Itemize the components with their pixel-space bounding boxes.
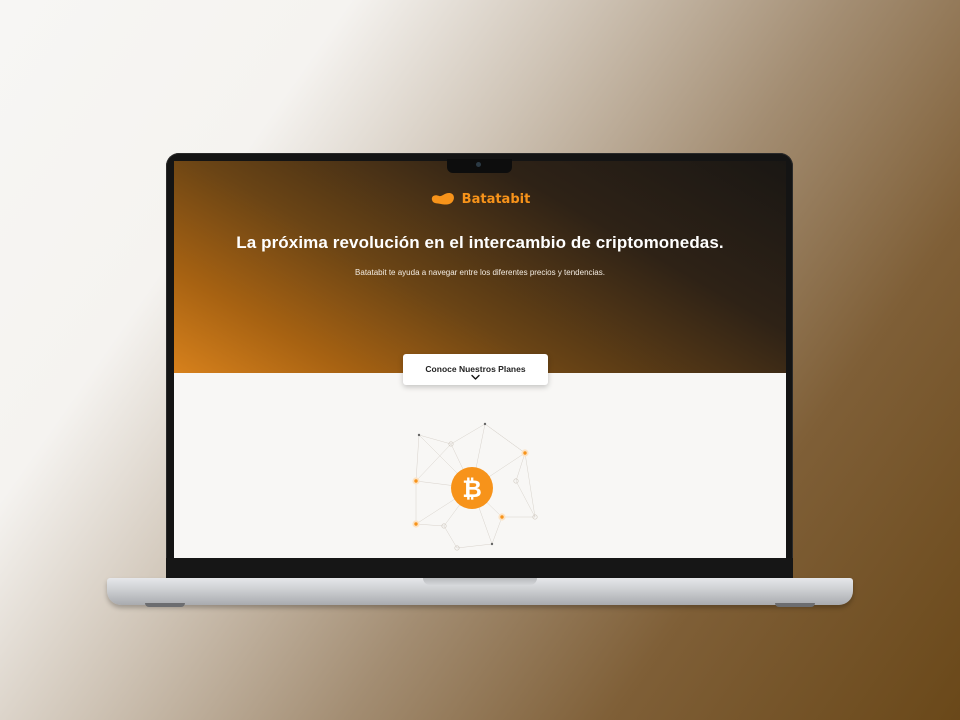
crypto-network-illustration: ₿ [412,422,538,551]
brand-logo[interactable]: Batatabit [174,191,786,207]
hero-headline: La próxima revolución en el intercambio … [236,233,724,252]
bitcoin-symbol: ₿ [462,475,482,503]
hero-subheadline: Batatabit te ayuda a navegar entre los d… [355,268,605,277]
plans-button-label: Conoce Nuestros Planes [425,364,526,374]
laptop-foot-right [775,603,815,607]
laptop-mockup: Batatabit La próxima revolución en el in… [0,0,960,720]
brand-name: Batatabit [461,191,531,207]
trackpad-notch [423,578,537,585]
screen-chin [166,558,793,579]
hero-section: Batatabit La próxima revolución en el in… [174,161,786,373]
camera-icon [476,162,481,167]
bitcoin-icon: ₿ [451,467,493,509]
website-screen: Batatabit La próxima revolución en el in… [174,161,786,558]
batatabit-logo-icon [431,193,454,205]
plans-button[interactable]: Conoce Nuestros Planes [403,354,548,385]
chevron-down-icon [471,374,480,380]
laptop-foot-left [145,603,185,607]
camera-notch [447,159,512,173]
